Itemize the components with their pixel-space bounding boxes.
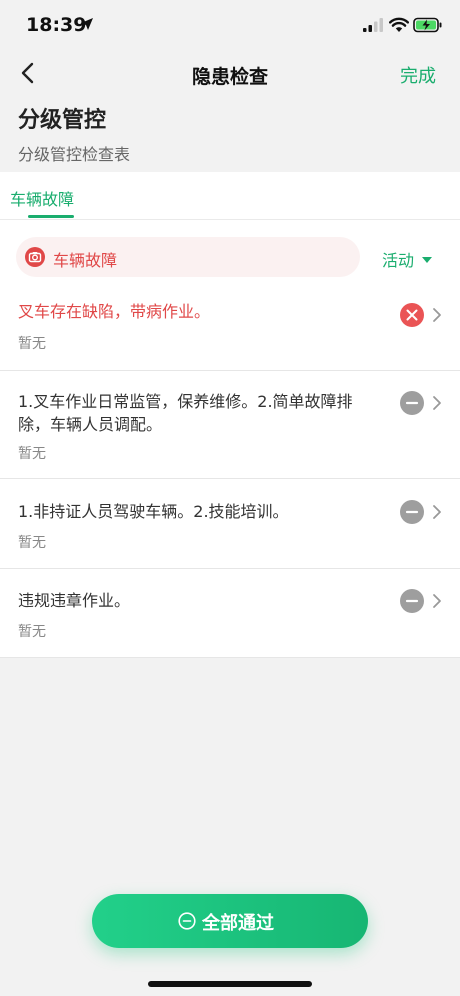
- pass-all-label: 全部通过: [202, 913, 274, 934]
- wifi-icon: [389, 17, 409, 32]
- category-chip: 车辆故障: [16, 237, 360, 277]
- chevron-right-icon: [433, 594, 441, 608]
- location-arrow-icon: [81, 18, 93, 30]
- item-text: 1.非持证人员驾驶车辆。2.技能培训。: [18, 502, 289, 521]
- checklist-panel: 车辆故障 活动 叉车存在缺陷，带病作业。 暂无 1.叉车作业日常监管，保养维修。…: [0, 220, 460, 658]
- caret-down-icon: [422, 256, 433, 263]
- status-time: 18:39: [26, 14, 87, 36]
- tab-bar: 车辆故障: [0, 172, 460, 220]
- tab-vehicle-fault[interactable]: 车辆故障: [10, 186, 74, 210]
- item-note: 暂无: [18, 336, 46, 352]
- fail-x-icon[interactable]: [400, 303, 424, 327]
- page-title: 分级管控: [18, 108, 107, 133]
- checklist-item[interactable]: 违规违章作业。 暂无: [0, 589, 460, 658]
- item-note: 暂无: [18, 446, 46, 462]
- cellular-signal-icon: [363, 18, 383, 32]
- camera-icon: [25, 247, 45, 267]
- minus-circle-icon[interactable]: [400, 391, 424, 415]
- minus-circle-icon[interactable]: [400, 589, 424, 613]
- done-button[interactable]: 完成: [400, 62, 436, 88]
- item-text: 叉车存在缺陷，带病作业。: [18, 302, 211, 321]
- activity-filter-label: 活动: [382, 251, 415, 270]
- item-text: 1.叉车作业日常监管，保养维修。2.简单故障排除，车辆人员调配。: [18, 392, 353, 434]
- chevron-right-icon: [433, 505, 441, 519]
- minus-circle-outline-icon: [178, 912, 196, 930]
- page-subtitle: 分级管控检查表: [18, 145, 131, 164]
- battery-charging-icon: [413, 17, 442, 33]
- checklist-item[interactable]: 叉车存在缺陷，带病作业。 暂无: [0, 300, 460, 371]
- checklist-item[interactable]: 1.非持证人员驾驶车辆。2.技能培训。 暂无: [0, 500, 460, 569]
- status-bar: 18:39: [0, 0, 460, 56]
- minus-circle-icon[interactable]: [400, 500, 424, 524]
- home-indicator[interactable]: [148, 981, 312, 987]
- tab-active-indicator: [28, 215, 74, 218]
- category-label: 车辆故障: [53, 251, 118, 270]
- nav-title: 隐患检查: [191, 66, 268, 88]
- chevron-right-icon: [433, 396, 441, 410]
- activity-filter-dropdown[interactable]: 活动: [382, 247, 433, 271]
- navigation-bar: 隐患检查 完成: [0, 56, 460, 92]
- checklist-item[interactable]: 1.叉车作业日常监管，保养维修。2.简单故障排除，车辆人员调配。 暂无: [0, 390, 460, 479]
- chevron-right-icon: [433, 308, 441, 322]
- item-text: 违规违章作业。: [18, 591, 131, 610]
- item-note: 暂无: [18, 535, 46, 551]
- back-arrow-icon[interactable]: [14, 58, 44, 88]
- pass-all-button[interactable]: 全部通过: [92, 894, 368, 948]
- item-note: 暂无: [18, 624, 46, 640]
